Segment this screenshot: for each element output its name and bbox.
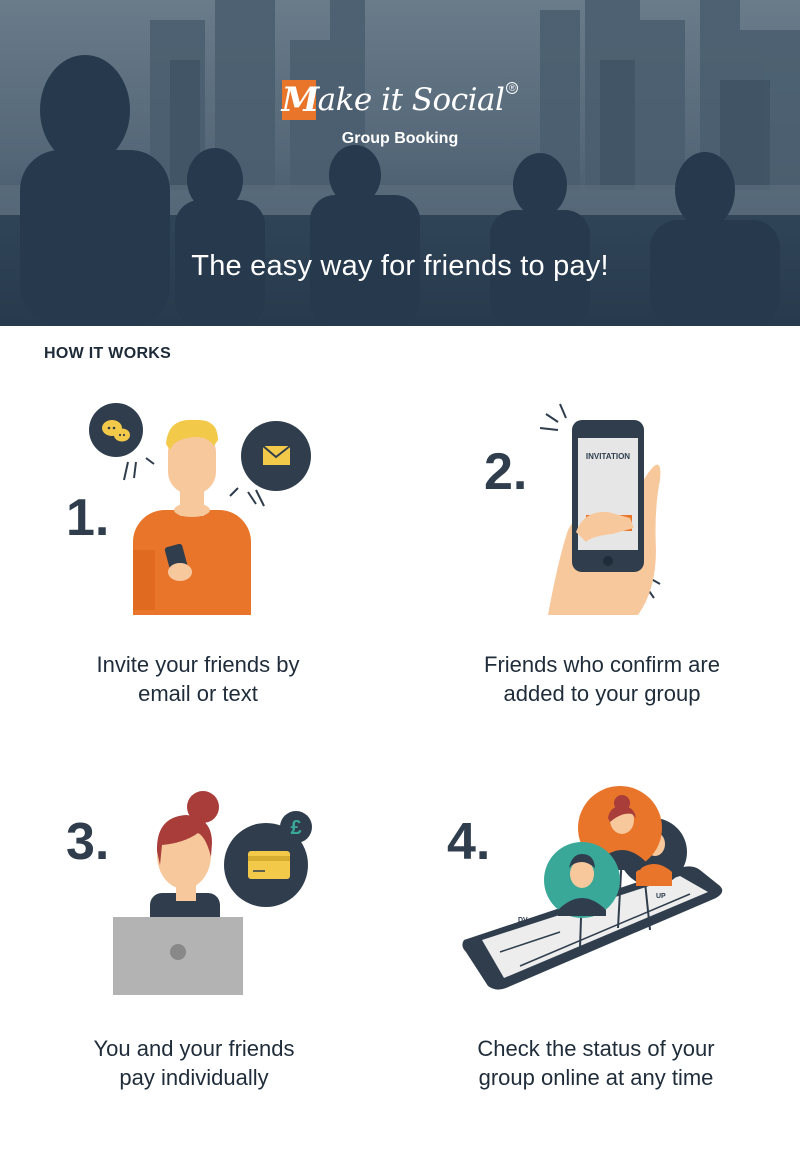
step-2-caption: Friends who confirm are added to your gr… <box>422 650 782 708</box>
step-4-illustration: DV UP <box>462 786 723 990</box>
hero-tagline: The easy way for friends to pay! <box>191 250 609 282</box>
card-payment-icon: £ <box>224 811 312 907</box>
step-3-caption-line-1: You and your friends <box>93 1036 295 1061</box>
step-3-number: 3. <box>66 813 110 871</box>
step-1-illustration <box>89 403 311 615</box>
pound-sign: £ <box>290 817 301 839</box>
step-3-illustration: £ <box>113 791 312 995</box>
step-2-caption-line-1: Friends who confirm are <box>484 652 720 677</box>
step-3-caption-line-2: pay individually <box>119 1065 269 1090</box>
laptop <box>113 917 243 995</box>
phone-label-up: UP <box>656 893 666 900</box>
woman-at-laptop <box>150 791 220 933</box>
person-with-phone <box>133 419 251 615</box>
logo-mark: M <box>281 80 320 120</box>
step-3-caption: You and your friends pay individually <box>14 1034 374 1092</box>
step-1-caption: Invite your friends by email or text <box>18 650 378 708</box>
logo-subtitle: Group Booking <box>341 130 459 147</box>
chat-bubble-icon <box>89 403 143 457</box>
step-2-number: 2. <box>484 443 528 501</box>
step-4-caption: Check the status of your group online at… <box>416 1034 776 1092</box>
email-bubble-icon <box>241 421 311 491</box>
phone-label-dv: DV <box>518 917 528 924</box>
phone-invitation <box>572 420 644 572</box>
registered-mark: ® <box>506 82 519 94</box>
section-title: HOW IT WORKS <box>44 345 172 362</box>
brand-logo: M ake it Social ® Group Booking <box>0 80 800 148</box>
logo-wordmark: ake it Social <box>317 82 505 118</box>
step-2-caption-line-2: added to your group <box>503 681 701 706</box>
step-1-caption-line-2: email or text <box>138 681 258 706</box>
step-2-illustration: INVITATION <box>539 403 661 615</box>
step-1-caption-line-1: Invite your friends by <box>96 652 300 677</box>
phone-invitation-text: INVITATION <box>586 452 630 461</box>
step-4-caption-line-1: Check the status of your <box>477 1036 715 1061</box>
step-4-caption-line-2: group online at any time <box>478 1065 714 1090</box>
hero-banner: M ake it Social ® Group Booking The easy… <box>0 0 800 326</box>
